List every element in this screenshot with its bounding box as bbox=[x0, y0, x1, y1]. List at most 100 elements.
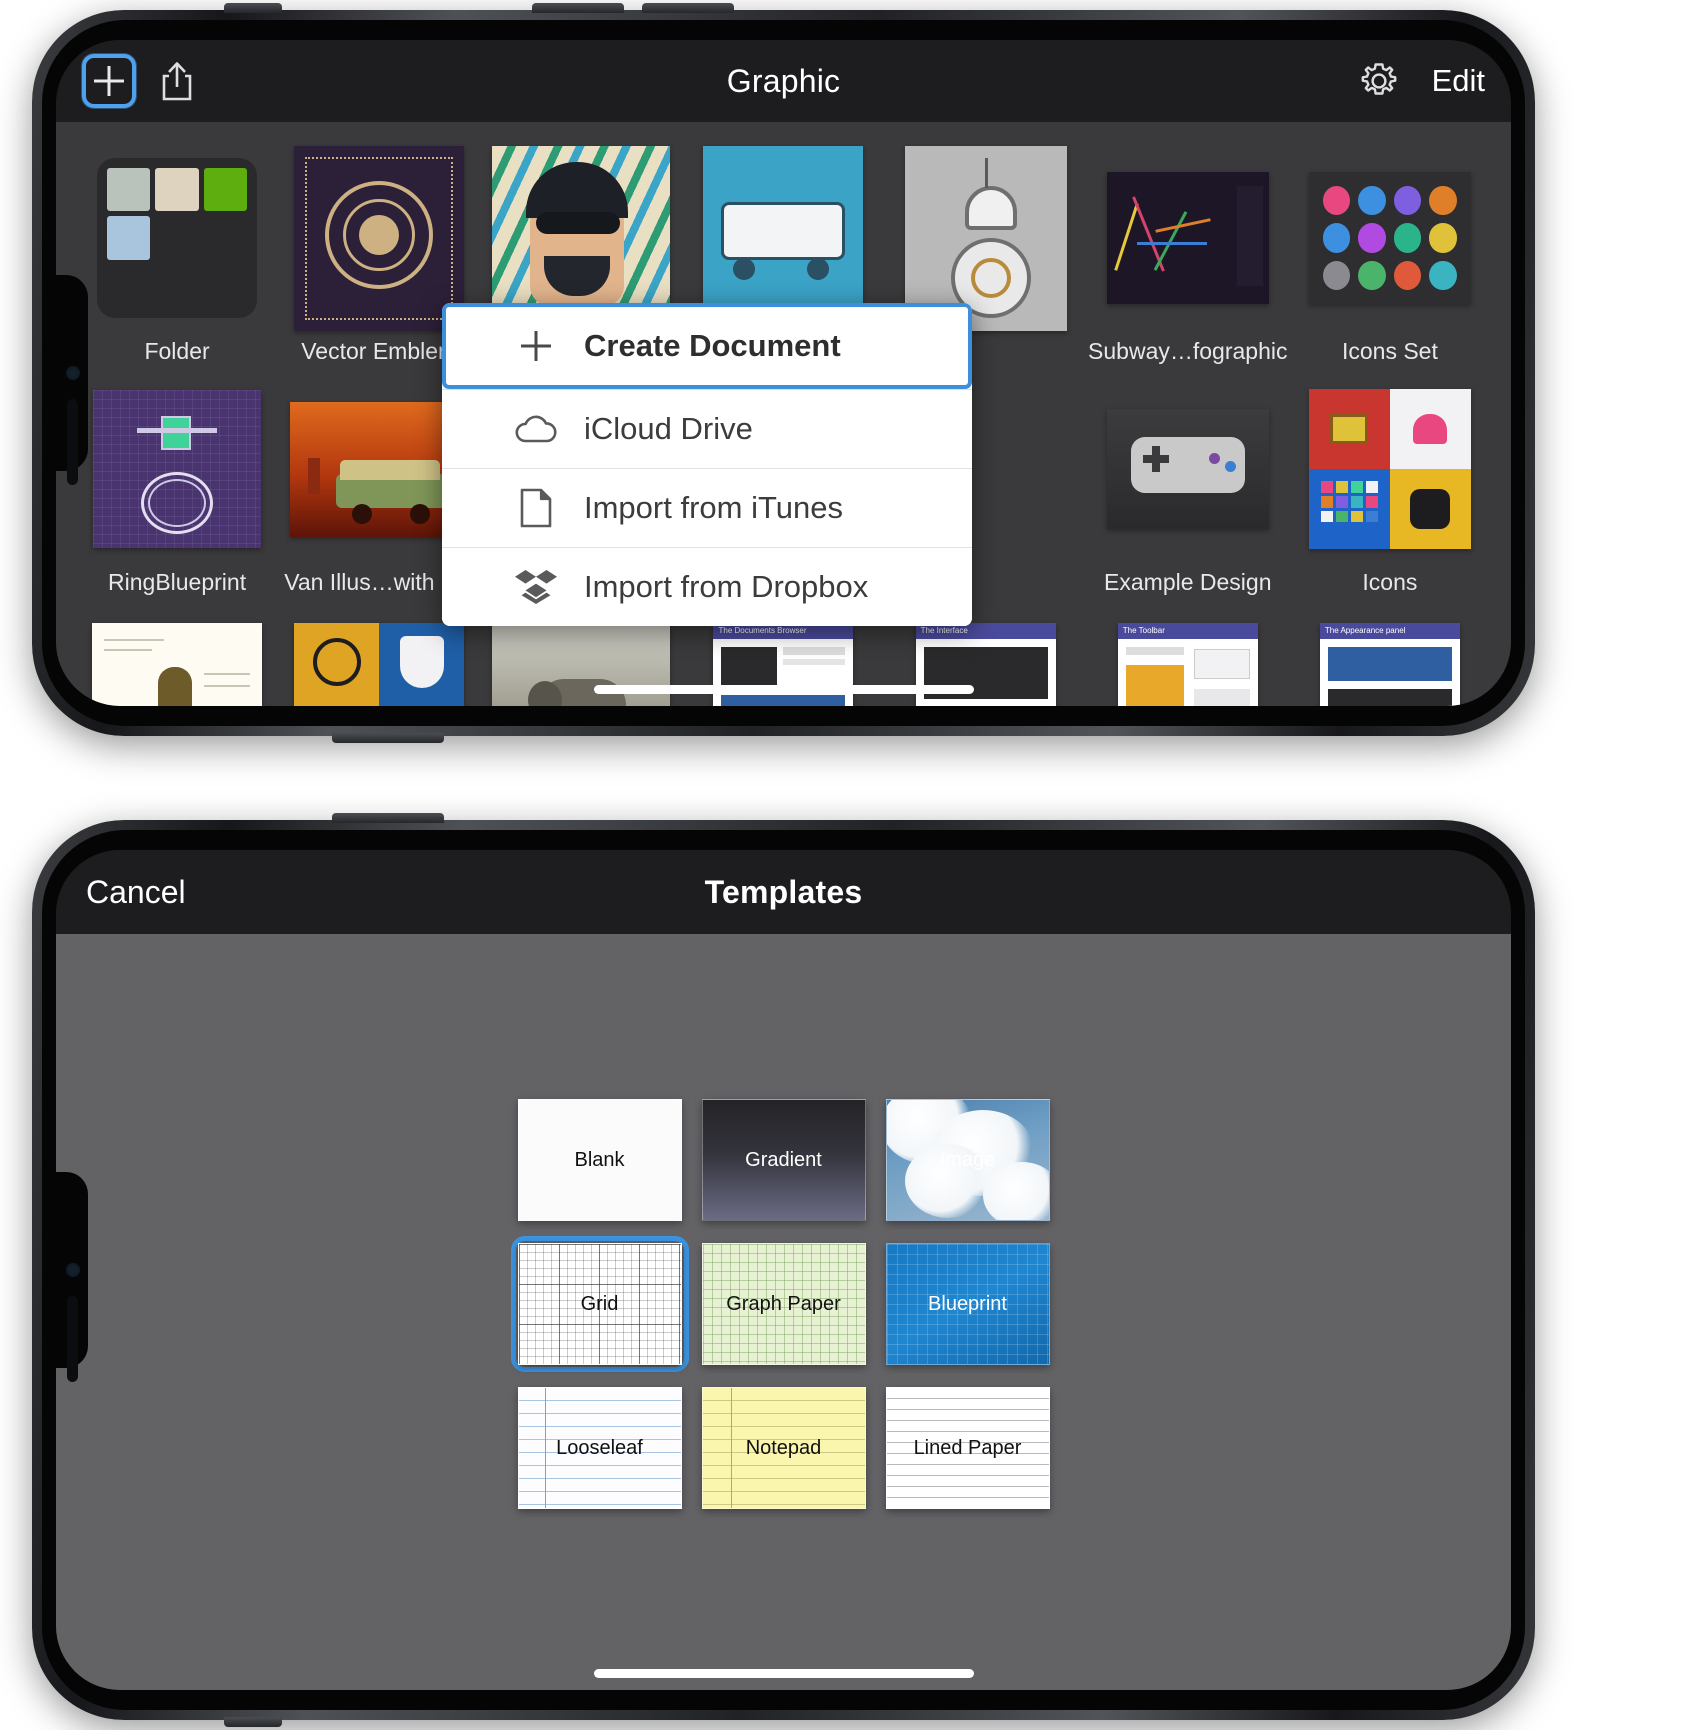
template-item-blank[interactable]: Blank bbox=[517, 1099, 682, 1221]
template-label: Looseleaf bbox=[556, 1436, 643, 1459]
phone-device-bottom: Cancel Templates Blank Gradient Image Gr… bbox=[32, 813, 1535, 1727]
margin-rule bbox=[544, 1388, 546, 1508]
manual-page-title: The Toolbar bbox=[1117, 622, 1258, 639]
template-item-blueprint[interactable]: Blueprint bbox=[885, 1243, 1050, 1365]
template-thumbnail-notepad: Notepad bbox=[701, 1387, 866, 1509]
thumbnail-wrap: The Toolbar bbox=[1117, 610, 1258, 706]
template-thumbnail-looseleaf: Looseleaf bbox=[517, 1387, 682, 1509]
emblem-thumbnail bbox=[294, 145, 465, 331]
page-title: Graphic bbox=[726, 62, 841, 99]
document-label: Subway…fographic bbox=[1088, 338, 1288, 364]
share-button[interactable] bbox=[150, 54, 204, 108]
toolbar-right-group: Edit bbox=[1352, 54, 1485, 108]
template-thumbnail-graph-paper: Graph Paper bbox=[701, 1243, 866, 1365]
home-indicator[interactable] bbox=[593, 685, 974, 694]
template-thumbnail-blank: Blank bbox=[517, 1099, 682, 1221]
phone-bezel-top: Graphic Edit Folder Vector Emblem Subway… bbox=[42, 20, 1525, 726]
template-item-lined-paper[interactable]: Lined Paper bbox=[885, 1387, 1050, 1509]
power-button[interactable] bbox=[332, 813, 444, 823]
template-thumbnail-grid: Grid bbox=[517, 1243, 682, 1365]
document-item-example-design[interactable]: Example Design bbox=[1087, 379, 1289, 596]
thumbnail-wrap bbox=[1308, 379, 1471, 559]
document-item-poster-bug[interactable] bbox=[76, 610, 278, 706]
template-thumbnail-blueprint: Blueprint bbox=[885, 1243, 1050, 1365]
gamepad-thumbnail bbox=[1106, 409, 1269, 529]
dropbox-icon bbox=[514, 569, 558, 605]
front-camera-icon bbox=[66, 1263, 80, 1277]
thumbnail-wrap bbox=[1106, 148, 1269, 328]
template-item-notepad[interactable]: Notepad bbox=[701, 1387, 866, 1509]
template-label: Image bbox=[939, 1148, 996, 1171]
document-browser-toolbar: Graphic Edit bbox=[56, 40, 1511, 122]
thumbnail-wrap: The Appearance panel bbox=[1319, 610, 1460, 706]
mute-switch[interactable] bbox=[224, 3, 282, 13]
template-label: Grid bbox=[580, 1292, 619, 1315]
document-item-folder[interactable]: Folder bbox=[76, 148, 278, 365]
document-label: Icons bbox=[1362, 569, 1418, 595]
front-camera-icon bbox=[66, 366, 80, 380]
add-document-button[interactable] bbox=[82, 54, 136, 108]
menu-item-icloud-drive[interactable]: iCloud Drive bbox=[442, 389, 972, 468]
screen-templates-picker: Cancel Templates Blank Gradient Image Gr… bbox=[56, 850, 1511, 1690]
settings-button[interactable] bbox=[1352, 54, 1406, 108]
power-button[interactable] bbox=[332, 733, 444, 743]
template-label: Notepad bbox=[745, 1436, 822, 1459]
create-document-popup-menu[interactable]: Create Document iCloud Drive Import from… bbox=[442, 303, 972, 626]
cancel-button[interactable]: Cancel bbox=[86, 874, 186, 911]
page-title: Templates bbox=[704, 873, 863, 910]
thumbnail-wrap bbox=[294, 145, 465, 331]
screen-document-browser: Graphic Edit Folder Vector Emblem Subway… bbox=[56, 40, 1511, 706]
document-item-icons-set[interactable]: Icons Set bbox=[1289, 148, 1491, 365]
document-item-icons[interactable]: Icons bbox=[1289, 379, 1491, 596]
document-item-manual-toolbar[interactable]: The Toolbar bbox=[1087, 610, 1289, 706]
volume-down-button[interactable] bbox=[642, 3, 734, 13]
menu-item-import-from-itunes[interactable]: Import from iTunes bbox=[442, 468, 972, 547]
margin-rule bbox=[730, 1388, 732, 1508]
thumbnail-wrap bbox=[1308, 148, 1471, 328]
menu-item-import-from-dropbox[interactable]: Import from Dropbox bbox=[442, 547, 972, 626]
template-item-grid[interactable]: Grid bbox=[510, 1236, 689, 1372]
volume-up-button[interactable] bbox=[532, 3, 624, 13]
document-item-manual-appearance[interactable]: The Appearance panel bbox=[1289, 610, 1491, 706]
ring-blueprint-thumbnail bbox=[93, 390, 262, 548]
edit-button[interactable]: Edit bbox=[1432, 63, 1485, 99]
document-item-ring-blueprint[interactable]: RingBlueprint bbox=[76, 379, 278, 596]
template-item-image[interactable]: Image bbox=[885, 1099, 1050, 1221]
thumbnail-wrap bbox=[294, 610, 465, 706]
thumbnail-wrap bbox=[1106, 379, 1269, 559]
templates-body: Blank Gradient Image Grid Graph Paper Bl… bbox=[56, 934, 1511, 1690]
template-label: Blank bbox=[574, 1148, 625, 1171]
template-label: Lined Paper bbox=[913, 1436, 1022, 1459]
template-item-gradient[interactable]: Gradient bbox=[701, 1099, 866, 1221]
template-item-looseleaf[interactable]: Looseleaf bbox=[517, 1387, 682, 1509]
thumbnail-wrap bbox=[703, 145, 864, 331]
thumbnail-wrap bbox=[904, 145, 1067, 331]
plus-icon bbox=[514, 327, 558, 365]
poster-bug-thumbnail bbox=[92, 622, 263, 706]
document-label: Example Design bbox=[1104, 569, 1272, 595]
plus-icon bbox=[94, 66, 124, 96]
template-item-graph-paper[interactable]: Graph Paper bbox=[701, 1243, 866, 1365]
share-icon bbox=[162, 62, 192, 101]
template-label: Graph Paper bbox=[726, 1292, 841, 1315]
subway-thumbnail bbox=[1106, 172, 1269, 304]
home-indicator[interactable] bbox=[593, 1669, 974, 1678]
thumbnail-wrap bbox=[92, 610, 263, 706]
manual-page-thumbnail: The Appearance panel bbox=[1319, 622, 1460, 706]
templates-toolbar: Cancel Templates bbox=[56, 850, 1511, 934]
phone-bezel-bottom: Cancel Templates Blank Gradient Image Gr… bbox=[42, 830, 1525, 1710]
document-item-subway[interactable]: Subway…fographic bbox=[1087, 148, 1289, 365]
thumbnail-wrap bbox=[93, 379, 262, 559]
document-browser-grid-area[interactable]: Folder Vector Emblem Subway…fographic Ic… bbox=[56, 122, 1511, 706]
thumbnail-wrap bbox=[97, 148, 258, 328]
cloud-icon bbox=[514, 414, 558, 444]
template-label: Gradient bbox=[745, 1148, 822, 1171]
phone-device-top: Graphic Edit Folder Vector Emblem Subway… bbox=[32, 3, 1535, 743]
menu-item-create-document[interactable]: Create Document bbox=[442, 303, 972, 389]
document-label: RingBlueprint bbox=[108, 569, 247, 595]
toolbar-left-group bbox=[82, 54, 204, 108]
badges-thumbnail bbox=[294, 622, 465, 706]
mute-switch[interactable] bbox=[224, 1717, 282, 1727]
template-thumbnail-lined-paper: Lined Paper bbox=[885, 1387, 1050, 1509]
document-label: Icons Set bbox=[1341, 338, 1438, 364]
